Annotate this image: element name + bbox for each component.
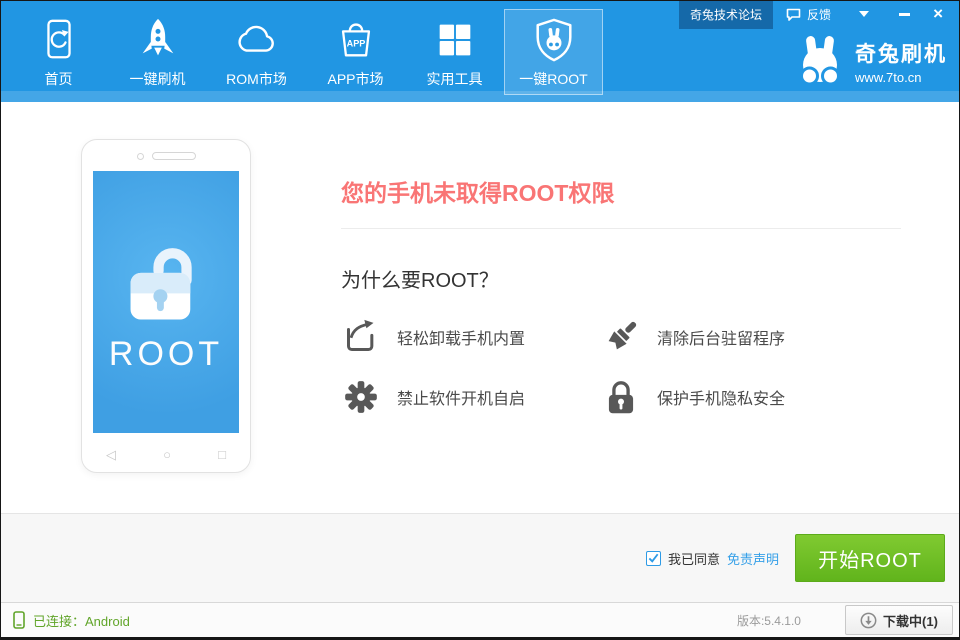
forum-button[interactable]: 奇兔技术论坛 <box>679 0 773 29</box>
feature-label: 禁止软件开机自启 <box>397 385 525 409</box>
checkmark-icon <box>648 553 659 563</box>
chevron-down-icon <box>859 11 869 17</box>
agreement-row: 我已同意 免责声明 <box>646 514 779 602</box>
nav-label: 实用工具 <box>427 69 483 89</box>
connection-status: 已连接：Android <box>13 611 130 630</box>
feedback-label: 反馈 <box>807 6 831 23</box>
title-divider <box>341 228 901 229</box>
feature-list: 轻松卸载手机内置 清除后台驻留程序 <box>341 316 861 418</box>
rocket-icon <box>135 16 181 64</box>
feature-uninstall: 轻松卸载手机内置 <box>341 316 601 358</box>
action-bar: 我已同意 免责声明 开始ROOT <box>1 513 959 602</box>
connection-label: 已连接：Android <box>33 611 130 630</box>
disclaimer-link[interactable]: 免责声明 <box>727 549 779 568</box>
feedback-button[interactable]: 反馈 <box>773 6 844 23</box>
nav-item-rom-market[interactable]: ROM市场 <box>207 9 306 95</box>
agree-label: 我已同意 <box>668 549 720 568</box>
nav-item-home[interactable]: 首页 <box>9 9 108 95</box>
download-button[interactable]: 下载中(1) <box>845 605 953 635</box>
uninstall-icon <box>341 317 381 357</box>
feature-label: 保护手机隐私安全 <box>657 385 785 409</box>
download-icon <box>860 612 877 629</box>
status-bar: 已连接：Android 版本:5.4.1.0 下载中(1) <box>1 602 959 637</box>
feature-autostart: 禁止软件开机自启 <box>341 376 601 418</box>
minimize-icon <box>899 13 910 16</box>
home-icon <box>36 16 82 64</box>
phone-screen: ROOT <box>93 171 239 433</box>
phone-camera-dot <box>137 153 144 160</box>
nav-label: 首页 <box>45 69 73 89</box>
nav-item-app-market[interactable]: APP APP市场 <box>306 9 405 95</box>
shield-rabbit-icon <box>531 16 577 64</box>
brand-site: www.7to.cn <box>855 70 947 85</box>
nav-item-one-key-root[interactable]: 一键ROOT <box>504 9 603 95</box>
cloud-icon <box>234 16 280 64</box>
feature-clean: 清除后台驻留程序 <box>601 316 861 358</box>
titlebar: 奇兔技术论坛 反馈 × <box>679 1 959 27</box>
grid-icon <box>432 16 478 64</box>
phone-home-icon: ○ <box>163 447 171 463</box>
nav-label: 一键ROOT <box>519 69 587 89</box>
screen-root-label: ROOT <box>109 335 223 374</box>
page-title: 您的手机未取得ROOT权限 <box>341 174 614 208</box>
connected-phone-icon <box>13 611 25 629</box>
minimize-button[interactable] <box>884 13 925 16</box>
app-window: 奇兔技术论坛 反馈 × <box>0 0 960 640</box>
why-root-heading: 为什么要ROOT？ <box>341 264 499 293</box>
start-root-button[interactable]: 开始ROOT <box>795 534 945 582</box>
speech-bubble-icon <box>786 8 801 21</box>
feature-label: 轻松卸载手机内置 <box>397 325 525 349</box>
feature-label: 清除后台驻留程序 <box>657 325 785 349</box>
nav-label: APP市场 <box>327 69 383 89</box>
phone-speaker-slot <box>152 152 196 160</box>
rabbit-logo-icon <box>795 34 845 88</box>
app-bag-icon: APP <box>333 16 379 64</box>
agree-checkbox[interactable] <box>646 551 661 566</box>
main-nav: 首页 一键刷机 <box>9 1 603 102</box>
download-label: 下载中(1) <box>883 611 938 630</box>
main-content: ROOT ◁ ○ □ 您的手机未取得ROOT权限 为什么要ROOT？ 轻松卸载手… <box>1 102 959 513</box>
brand-name: 奇兔刷机 <box>855 38 947 68</box>
app-bag-text: APP <box>346 38 365 48</box>
unlocked-padlock-icon <box>110 231 222 325</box>
feature-privacy: 保护手机隐私安全 <box>601 376 861 418</box>
phone-illustration: ROOT ◁ ○ □ <box>81 139 251 473</box>
nav-label: ROM市场 <box>226 69 287 89</box>
nav-label: 一键刷机 <box>130 69 186 89</box>
dropdown-button[interactable] <box>844 11 884 17</box>
phone-nav-bar: ◁ ○ □ <box>106 447 226 463</box>
phone-recent-icon: □ <box>218 447 226 463</box>
gear-icon <box>341 377 381 417</box>
version-label: 版本:5.4.1.0 <box>737 612 801 629</box>
nav-item-tools[interactable]: 实用工具 <box>405 9 504 95</box>
phone-back-icon: ◁ <box>106 447 116 463</box>
brush-icon <box>601 317 641 357</box>
close-button[interactable]: × <box>925 2 959 26</box>
nav-item-flash[interactable]: 一键刷机 <box>108 9 207 95</box>
app-header: 奇兔技术论坛 反馈 × <box>1 1 959 102</box>
brand-logo: 奇兔刷机 www.7to.cn <box>795 34 947 88</box>
phone-top-detail <box>82 152 250 160</box>
lock-icon <box>601 377 641 417</box>
